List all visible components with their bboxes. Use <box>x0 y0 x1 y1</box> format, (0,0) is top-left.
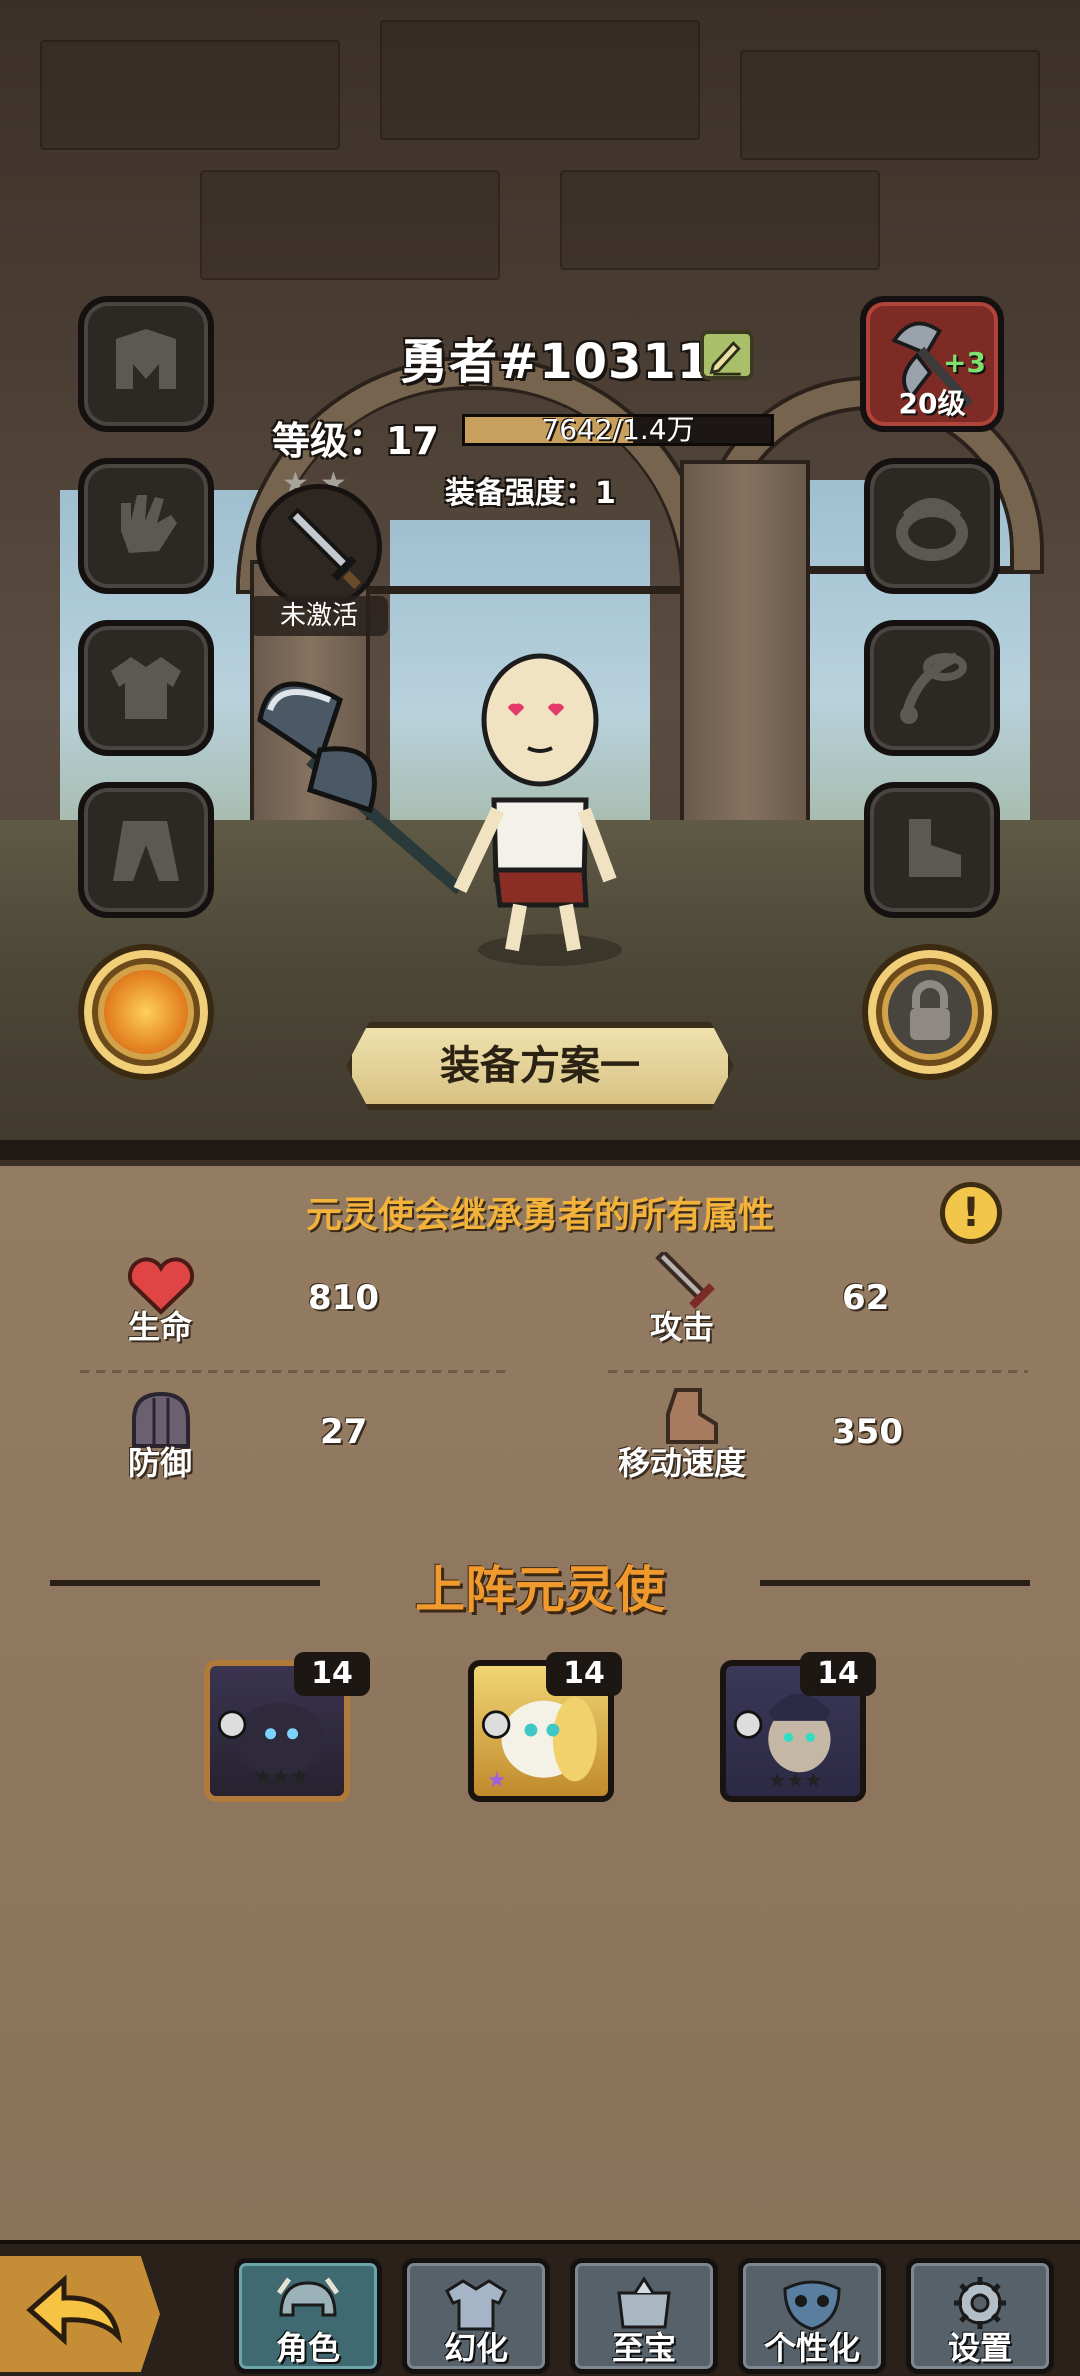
helmet-icon <box>116 329 176 389</box>
glove-icon <box>121 495 177 553</box>
info-button[interactable]: ! <box>940 1182 1002 1244</box>
stat-label-attack: 攻击 <box>649 1308 714 1346</box>
tab-label: 角色 <box>275 2329 340 2367</box>
stat-divider <box>608 1370 1028 1373</box>
spirit-level-1: 14 <box>294 1652 370 1696</box>
awaken-button[interactable] <box>78 944 214 1080</box>
boot-speed-icon <box>666 1388 718 1444</box>
helmet-slot[interactable] <box>78 296 214 432</box>
necklace-icon <box>900 652 967 724</box>
pencil-icon <box>709 341 741 376</box>
equipment-power: 装备强度：1 <box>445 476 616 511</box>
hero-name: 勇者#10311 <box>400 334 712 390</box>
tab-label: 至宝 <box>611 2329 676 2367</box>
tab-character[interactable]: 角色 <box>234 2258 382 2374</box>
weapon-level: 20级 <box>898 387 966 420</box>
edit-name-button[interactable] <box>700 330 754 380</box>
skill-status: 未激活 <box>250 596 388 636</box>
stat-label-defense: 防御 <box>127 1444 192 1482</box>
pants-icon <box>113 821 179 881</box>
ring-slot[interactable] <box>864 458 1000 594</box>
svg-text:★: ★ <box>487 1768 507 1793</box>
xp-text: 7642/1.4万 <box>541 413 695 446</box>
tab-treasure[interactable]: 至宝 <box>570 2258 718 2374</box>
wall-brick <box>380 20 700 140</box>
boots-slot[interactable] <box>864 782 1000 918</box>
back-button[interactable] <box>0 2256 160 2372</box>
hero-character <box>257 653 622 966</box>
wall-brick <box>740 50 1040 160</box>
armor-slot[interactable] <box>78 620 214 756</box>
tab-transform[interactable]: 幻化 <box>402 2258 550 2374</box>
hero-level: 等级：17 <box>272 419 439 463</box>
tab-label: 幻化 <box>443 2329 508 2367</box>
fire-icon <box>104 970 188 1054</box>
gloves-slot[interactable] <box>78 458 214 594</box>
back-arrow-icon <box>26 2274 123 2346</box>
weapon-slot[interactable]: +3 20级 <box>860 296 1004 432</box>
lock-button[interactable] <box>862 944 998 1080</box>
ring-icon <box>896 498 968 561</box>
spirit-level-2: 14 <box>546 1652 622 1696</box>
stat-label-speed: 移动速度 <box>617 1444 746 1482</box>
wall-brick <box>560 170 880 270</box>
tab-personalize[interactable]: 个性化 <box>738 2258 886 2374</box>
sword-icon <box>287 507 362 590</box>
stat-divider <box>80 1370 510 1373</box>
chest-armor-icon <box>111 657 181 719</box>
wall-brick <box>40 40 340 150</box>
stat-value-defense: 27 <box>320 1412 368 1452</box>
tab-settings[interactable]: 设置 <box>906 2258 1054 2374</box>
stat-value-hp: 810 <box>308 1278 379 1318</box>
svg-text:★★★: ★★★ <box>768 1768 822 1792</box>
svg-text:★★★: ★★★ <box>254 1764 308 1788</box>
inherit-hint: 元灵使会继承勇者的所有属性 <box>305 1195 774 1236</box>
deployed-spirits-title: 上阵元灵使 <box>415 1561 665 1619</box>
pants-slot[interactable] <box>78 782 214 918</box>
wall-brick <box>200 170 500 280</box>
tab-label: 设置 <box>947 2329 1012 2367</box>
stat-value-attack: 62 <box>842 1278 890 1318</box>
stat-label-hp: 生命 <box>127 1308 192 1346</box>
stone-pillar <box>680 460 810 850</box>
necklace-slot[interactable] <box>864 620 1000 756</box>
spirit-level-3: 14 <box>800 1652 876 1696</box>
equipment-plan-button[interactable]: 装备方案一 <box>346 1022 734 1110</box>
boots-icon <box>909 819 961 877</box>
weapon-skill-button[interactable] <box>256 484 382 610</box>
stat-value-speed: 350 <box>832 1412 903 1452</box>
weapon-enhance-level: +3 <box>943 346 986 379</box>
lock-icon <box>888 970 972 1054</box>
xp-bar: 7642/1.4万 <box>462 414 774 446</box>
tab-label: 个性化 <box>763 2329 860 2367</box>
